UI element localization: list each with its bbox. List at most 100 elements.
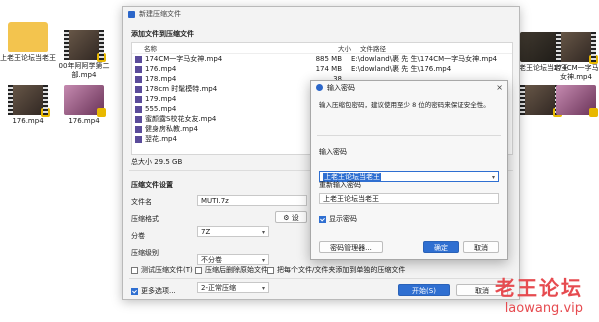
total-size: 总大小 29.5 GB xyxy=(131,158,183,166)
level-label: 压缩级别 xyxy=(131,249,159,257)
column-path[interactable]: 文件路径 xyxy=(354,43,512,53)
password-label: 输入密码 xyxy=(319,148,347,156)
desktop-icon-video[interactable]: 176.mp4 xyxy=(0,85,56,126)
file-name: 健身房私教.mp4 xyxy=(145,125,198,133)
option-label: 把每个文件/文件夹添加到单独的压缩文件 xyxy=(277,266,406,274)
video-file-icon xyxy=(135,65,142,73)
option-label: 测试压缩文件(T) xyxy=(141,266,193,274)
lock-badge-icon xyxy=(589,108,598,117)
format-select[interactable]: 7Z ▾ xyxy=(197,226,269,237)
dialog-description: 输入压缩包密码，建议使用至少 8 位的密码来保证安全性。 xyxy=(319,101,490,109)
dialog-cancel-button[interactable]: 取消 xyxy=(463,241,499,253)
table-row[interactable]: 176.mp4 174 MB E:\dowland\裹 先 生\176.mp4 xyxy=(132,64,512,74)
file-name-cell: 178cm 时髦模特.mp4 xyxy=(132,84,312,94)
video-thumbnail-icon xyxy=(64,85,106,117)
file-name: 翌花.mp4 xyxy=(145,135,177,143)
settings-button[interactable]: ⚙ 设 xyxy=(275,211,307,223)
option-delete-source[interactable]: 压缩后删除原始文件 xyxy=(195,265,268,275)
settings-button-label: 设 xyxy=(291,214,299,222)
checkbox[interactable] xyxy=(267,266,274,274)
video-thumbnail-icon xyxy=(556,32,598,64)
file-name-cell: 健身房私教.mp4 xyxy=(132,124,312,134)
file-name: 178cm 时髦模特.mp4 xyxy=(145,85,218,93)
table-row[interactable]: 174CM一字马女神.mp4 885 MB E:\dowland\裹 先 生\174… xyxy=(132,54,512,64)
dialog-titlebar[interactable]: 输入密码 xyxy=(311,81,507,94)
video-file-icon xyxy=(135,55,142,63)
file-name-cell: 蜜颜露S校花女友.mp4 xyxy=(132,114,312,124)
desktop-icon-video[interactable]: 176.mp4 xyxy=(56,85,112,126)
option-test-archive[interactable]: 测试压缩文件(T) xyxy=(131,265,193,275)
confirm-password-label: 重新输入密码 xyxy=(319,181,361,189)
level-select[interactable]: 2-正常压缩 ▾ xyxy=(197,282,269,293)
video-file-icon xyxy=(135,95,142,103)
lock-badge-icon xyxy=(41,108,50,117)
video-file-icon xyxy=(135,135,142,143)
watermark-url: laowang.vip xyxy=(504,301,583,316)
split-label: 分卷 xyxy=(131,232,145,240)
column-size[interactable]: 大小 xyxy=(321,43,354,53)
desktop-icon-video[interactable] xyxy=(552,85,599,117)
file-path-cell: E:\dowland\裹 先 生\174CM一字马女神.mp4 xyxy=(351,55,498,63)
file-size-cell: 885 MB xyxy=(315,55,342,63)
file-name: 蜜颜露S校花女友.mp4 xyxy=(145,115,217,123)
video-file-icon xyxy=(135,115,142,123)
option-separate-archives[interactable]: 把每个文件/文件夹添加到单独的压缩文件 xyxy=(267,265,405,275)
video-file-icon xyxy=(135,85,142,93)
file-name-cell: 174CM一字马女神.mp4 xyxy=(132,54,312,64)
file-name: 178.mp4 xyxy=(145,75,177,83)
video-thumbnail-icon xyxy=(556,85,598,117)
file-path-cell: E:\dowland\裹 先 生\176.mp4 xyxy=(351,65,452,73)
window-title: 新建压缩文件 xyxy=(139,10,181,18)
lock-badge-icon xyxy=(97,108,106,117)
more-options-label: 更多选项... xyxy=(141,287,176,295)
format-value: 7Z xyxy=(201,228,211,236)
watermark: 老王论坛 laowang.vip xyxy=(495,272,583,316)
dialog-title: 输入密码 xyxy=(327,83,355,92)
app-icon xyxy=(316,84,323,91)
video-thumbnail-icon xyxy=(64,30,106,62)
video-file-icon xyxy=(135,75,142,83)
file-name-cell: 179.mp4 xyxy=(132,95,312,103)
folder-icon xyxy=(8,22,48,52)
file-name-cell: 翌花.mp4 xyxy=(132,134,312,144)
level-value: 2-正常压缩 xyxy=(201,284,236,292)
ok-button[interactable]: 确定 xyxy=(423,241,459,253)
show-password-toggle[interactable]: 显示密码 xyxy=(319,214,357,224)
divider xyxy=(317,135,501,136)
desktop-icon-folder[interactable]: 上老王论坛当老王 xyxy=(0,22,56,63)
video-thumbnail-icon xyxy=(8,85,50,117)
file-name-cell: 176.mp4 xyxy=(132,65,312,73)
file-name: 555.mp4 xyxy=(145,105,177,113)
window-titlebar[interactable]: 新建压缩文件 xyxy=(123,7,519,21)
desktop-icon-label: 174CM一字马女神.mp4 xyxy=(553,64,599,81)
checkbox[interactable] xyxy=(131,287,138,295)
checkbox[interactable] xyxy=(195,266,202,274)
file-name: 179.mp4 xyxy=(145,95,177,103)
chevron-down-icon: ▾ xyxy=(261,229,265,236)
password-dialog: 输入密码 × 输入压缩包密码，建议使用至少 8 位的密码来保证安全性。 输入密码… xyxy=(310,80,508,260)
desktop-icon-video[interactable]: 174CM一字马女神.mp4 xyxy=(552,32,599,82)
desktop-icon-label: 176.mp4 xyxy=(68,117,100,125)
confirm-password-input[interactable]: 上老王论坛当老王 xyxy=(319,193,499,204)
watermark-brand: 老王论坛 xyxy=(495,276,583,300)
gear-icon: ⚙ xyxy=(283,214,290,222)
desktop-icon-label: 00年阿阿学第二部.mp4 xyxy=(58,62,110,79)
filename-input[interactable]: MUTI.7z xyxy=(197,195,307,206)
split-select[interactable]: 不分卷 ▾ xyxy=(197,254,269,265)
filename-label: 文件名 xyxy=(131,198,152,206)
lock-badge-icon xyxy=(97,53,106,62)
checkbox[interactable] xyxy=(131,266,138,274)
video-file-icon xyxy=(135,125,142,133)
column-name[interactable]: 名称 xyxy=(132,43,321,53)
file-name-cell: 555.mp4 xyxy=(132,105,312,113)
checkbox[interactable] xyxy=(319,215,326,223)
close-icon[interactable]: × xyxy=(496,83,503,92)
file-name: 176.mp4 xyxy=(145,65,177,73)
chevron-down-icon: ▾ xyxy=(491,174,495,181)
password-manager-button[interactable]: 密码管理器... xyxy=(319,241,383,253)
desktop-icon-video[interactable]: 00年阿阿学第二部.mp4 xyxy=(56,30,112,80)
start-button[interactable]: 开始(S) xyxy=(398,284,450,296)
add-files-heading: 添加文件到压缩文件 xyxy=(131,30,194,38)
more-options-toggle[interactable]: 更多选项... xyxy=(131,286,176,296)
app-icon xyxy=(128,10,135,18)
